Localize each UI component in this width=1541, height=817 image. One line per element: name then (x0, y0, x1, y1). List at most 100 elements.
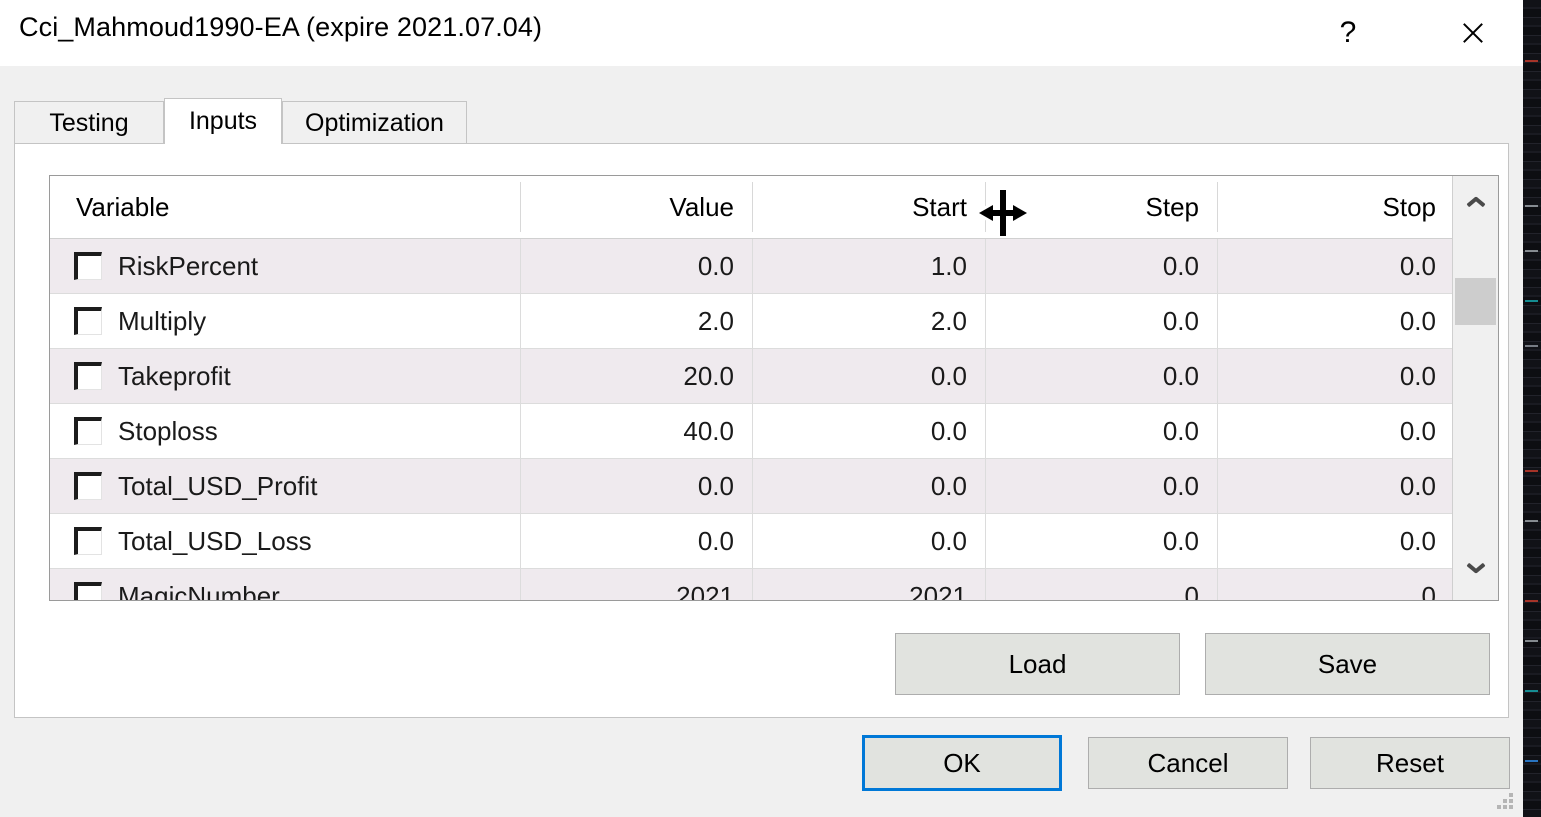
column-divider[interactable] (1217, 182, 1218, 232)
table-row[interactable]: Multiply2.02.00.00.0 (50, 294, 1498, 349)
cell-divider (752, 294, 753, 349)
chart-tick (1525, 205, 1538, 207)
cell-divider (985, 239, 986, 294)
chart-tick (1525, 250, 1538, 252)
cell-start[interactable]: 1.0 (752, 239, 985, 293)
scroll-up-button[interactable] (1453, 176, 1498, 226)
cell-start[interactable]: 0.0 (752, 404, 985, 458)
inputs-grid: Variable Value Start Step Stop RiskPerce… (49, 175, 1499, 601)
cell-stop[interactable]: 0.0 (1217, 294, 1454, 348)
column-header-value[interactable]: Value (520, 176, 752, 238)
table-row[interactable]: Total_USD_Profit0.00.00.00.0 (50, 459, 1498, 514)
cell-stop[interactable]: 0.0 (1217, 459, 1454, 513)
table-row[interactable]: Total_USD_Loss0.00.00.00.0 (50, 514, 1498, 569)
column-header-label: Step (1146, 192, 1200, 223)
close-icon (1460, 20, 1486, 46)
button-label: Cancel (1148, 748, 1229, 779)
table-row[interactable]: RiskPercent0.01.00.00.0 (50, 239, 1498, 294)
cell-value[interactable]: 0.0 (520, 239, 752, 293)
cell-value[interactable]: 0.0 (520, 514, 752, 568)
cell-step[interactable]: 0 (985, 569, 1217, 601)
cell-value[interactable]: 2021 (520, 569, 752, 601)
cell-variable[interactable]: MagicNumber (50, 569, 520, 601)
table-row[interactable]: Takeprofit20.00.00.00.0 (50, 349, 1498, 404)
reset-button[interactable]: Reset (1310, 737, 1510, 789)
column-divider[interactable] (985, 182, 986, 232)
chart-tick (1525, 640, 1538, 642)
tab-strip: Testing Inputs Optimization (14, 98, 1509, 144)
cell-variable[interactable]: RiskPercent (50, 239, 520, 293)
scroll-down-button[interactable] (1453, 550, 1498, 600)
grid-vertical-scrollbar[interactable] (1452, 176, 1498, 600)
cancel-button[interactable]: Cancel (1088, 737, 1288, 789)
cell-stop[interactable]: 0.0 (1217, 404, 1454, 458)
cell-start[interactable]: 0.0 (752, 349, 985, 403)
table-row[interactable]: MagicNumber2021202100 (50, 569, 1498, 601)
tab-testing[interactable]: Testing (14, 101, 164, 144)
chart-tick (1525, 60, 1538, 62)
grip-dot (1509, 805, 1513, 809)
column-header-start[interactable]: Start (752, 176, 985, 238)
cell-divider (752, 459, 753, 514)
cell-start[interactable]: 0.0 (752, 459, 985, 513)
cell-value[interactable]: 0.0 (520, 459, 752, 513)
tab-optimization[interactable]: Optimization (282, 101, 467, 144)
cell-divider (520, 404, 521, 459)
cell-stop[interactable]: 0.0 (1217, 514, 1454, 568)
cell-step[interactable]: 0.0 (985, 459, 1217, 513)
grip-dot (1503, 799, 1507, 803)
cell-variable[interactable]: Multiply (50, 294, 520, 348)
grip-dot (1509, 793, 1513, 797)
question-mark-icon: ? (1340, 18, 1357, 48)
cell-divider (985, 514, 986, 569)
chart-tick (1525, 520, 1538, 522)
cell-stop[interactable]: 0.0 (1217, 239, 1454, 293)
load-button[interactable]: Load (895, 633, 1180, 695)
resize-grip[interactable] (1497, 793, 1517, 813)
cell-variable[interactable]: Takeprofit (50, 349, 520, 403)
cell-divider (985, 404, 986, 459)
column-header-label: Stop (1383, 192, 1437, 223)
chart-tick (1525, 470, 1538, 472)
cell-start[interactable]: 0.0 (752, 514, 985, 568)
cell-divider (985, 294, 986, 349)
column-header-stop[interactable]: Stop (1217, 176, 1454, 238)
ok-button[interactable]: OK (862, 735, 1062, 791)
cell-divider (1217, 294, 1218, 349)
close-button[interactable] (1430, 0, 1516, 66)
column-header-variable[interactable]: Variable (50, 176, 520, 238)
cell-start[interactable]: 2.0 (752, 294, 985, 348)
tab-label: Optimization (305, 109, 444, 138)
chart-tick (1525, 600, 1538, 602)
help-button[interactable]: ? (1305, 0, 1391, 66)
scrollbar-thumb[interactable] (1455, 278, 1496, 325)
cell-step[interactable]: 0.0 (985, 404, 1217, 458)
cell-divider (1217, 514, 1218, 569)
cell-variable[interactable]: Total_USD_Loss (50, 514, 520, 568)
column-divider[interactable] (520, 182, 521, 232)
cell-start[interactable]: 2021 (752, 569, 985, 601)
cell-stop[interactable]: 0.0 (1217, 349, 1454, 403)
cell-divider (752, 569, 753, 601)
cell-step[interactable]: 0.0 (985, 294, 1217, 348)
tab-inputs[interactable]: Inputs (164, 98, 282, 144)
cell-variable[interactable]: Stoploss (50, 404, 520, 458)
cell-variable[interactable]: Total_USD_Profit (50, 459, 520, 513)
cell-step[interactable]: 0.0 (985, 349, 1217, 403)
grip-dot (1503, 805, 1507, 809)
grid-body[interactable]: RiskPercent0.01.00.00.0Multiply2.02.00.0… (50, 239, 1498, 601)
button-label: Save (1318, 649, 1377, 680)
cell-value[interactable]: 40.0 (520, 404, 752, 458)
cell-stop[interactable]: 0 (1217, 569, 1454, 601)
column-divider[interactable] (752, 182, 753, 232)
button-label: OK (943, 748, 981, 779)
cell-value[interactable]: 20.0 (520, 349, 752, 403)
column-header-step[interactable]: Step (985, 176, 1217, 238)
cell-step[interactable]: 0.0 (985, 514, 1217, 568)
table-row[interactable]: Stoploss40.00.00.00.0 (50, 404, 1498, 459)
cell-step[interactable]: 0.0 (985, 239, 1217, 293)
cell-divider (520, 294, 521, 349)
save-button[interactable]: Save (1205, 633, 1490, 695)
cell-divider (520, 569, 521, 601)
cell-value[interactable]: 2.0 (520, 294, 752, 348)
